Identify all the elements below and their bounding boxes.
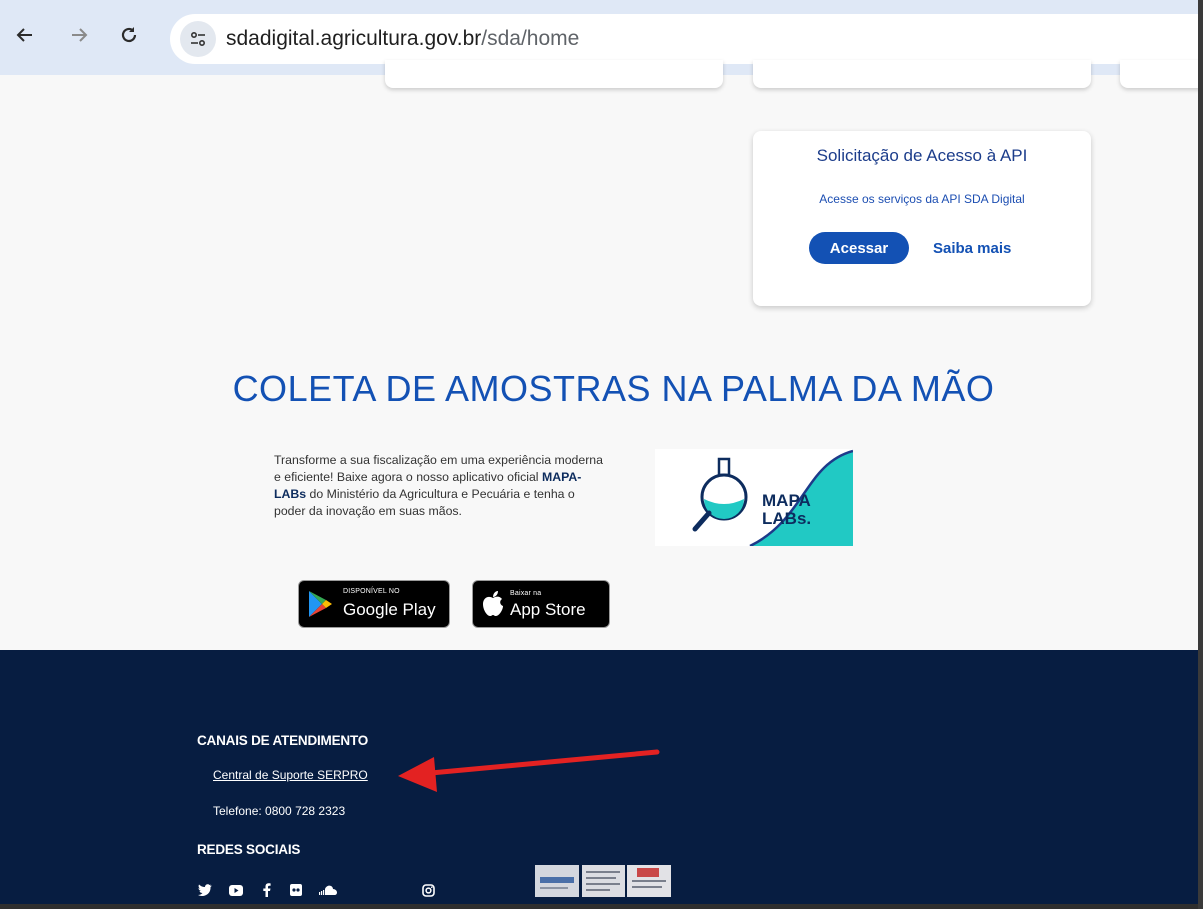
window-bottom-border [0, 904, 1203, 909]
annotation-arrow [398, 749, 660, 792]
window-right-edge [1198, 0, 1203, 909]
